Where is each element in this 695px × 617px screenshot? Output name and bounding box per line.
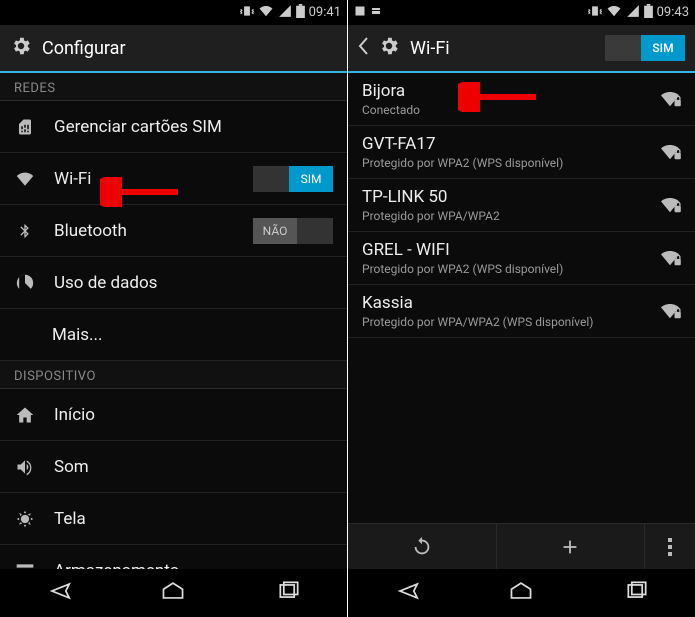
section-redes: REDES	[0, 73, 347, 101]
statusbar: 09:43	[348, 0, 695, 25]
storage-icon	[14, 561, 36, 570]
network-row[interactable]: Bijora Conectado	[348, 73, 695, 126]
clock-text: 09:43	[657, 5, 689, 20]
battery-icon	[644, 4, 653, 22]
clock-text: 09:41	[309, 5, 341, 20]
nav-back[interactable]	[373, 574, 439, 612]
network-status: Protegido por WPA2 (WPS disponível)	[362, 262, 641, 276]
wifi-status-icon	[606, 4, 622, 22]
nav-home[interactable]	[140, 574, 206, 612]
row-label: Uso de dados	[54, 273, 333, 293]
row-data-usage[interactable]: Uso de dados	[0, 257, 347, 309]
overflow-menu-button[interactable]	[645, 524, 695, 569]
wifi-bottom-actions	[348, 523, 695, 569]
nav-up-icon[interactable]	[358, 37, 368, 59]
bluetooth-toggle[interactable]: NÃO	[253, 218, 333, 244]
signal-secure-icon	[659, 302, 681, 320]
wifi-master-toggle[interactable]: SIM	[605, 35, 685, 61]
statusbar: 09:41	[0, 0, 347, 25]
home-icon	[14, 405, 36, 425]
notif-icon	[370, 5, 382, 21]
navbar	[348, 569, 695, 617]
page-title: Wi-Fi	[410, 38, 595, 59]
network-status: Protegido por WPA/WPA2	[362, 209, 641, 223]
row-sound[interactable]: Som	[0, 441, 347, 493]
sim-icon	[14, 116, 36, 138]
network-ssid: GREL - WIFI	[362, 240, 641, 260]
wifi-icon	[14, 170, 36, 188]
network-status: Protegido por WPA2 (WPS disponível)	[362, 156, 641, 170]
signal-secure-icon	[659, 143, 681, 161]
row-label: Tela	[54, 509, 333, 529]
signal-secure-icon	[659, 249, 681, 267]
phone-settings: 09:41 Configurar REDES Gerenciar cartões…	[0, 0, 347, 617]
row-home[interactable]: Início	[0, 389, 347, 441]
row-label: Mais...	[52, 325, 333, 345]
network-ssid: GVT-FA17	[362, 134, 641, 154]
row-wifi[interactable]: Wi-Fi SIM	[0, 153, 347, 205]
nav-recents[interactable]	[604, 574, 670, 612]
network-row[interactable]: TP-LINK 50 Protegido por WPA/WPA2	[348, 179, 695, 232]
wifi-toggle[interactable]: SIM	[253, 166, 333, 192]
data-usage-icon	[14, 273, 36, 293]
notif-icon	[354, 5, 366, 21]
toggle-off-label: NÃO	[253, 218, 297, 244]
network-status: Conectado	[362, 103, 641, 117]
nav-home[interactable]	[488, 574, 554, 612]
nav-recents[interactable]	[256, 574, 322, 612]
navbar	[0, 569, 347, 617]
network-ssid: Bijora	[362, 81, 641, 101]
network-ssid: TP-LINK 50	[362, 187, 641, 207]
section-dispositivo: DISPOSITIVO	[0, 361, 347, 389]
network-row[interactable]: GVT-FA17 Protegido por WPA2 (WPS disponí…	[348, 126, 695, 179]
row-label: Gerenciar cartões SIM	[54, 117, 333, 137]
signal-secure-icon	[659, 196, 681, 214]
settings-list: REDES Gerenciar cartões SIM Wi-Fi SIM Bl…	[0, 73, 347, 569]
row-storage[interactable]: Armazenamento	[0, 545, 347, 569]
row-bluetooth[interactable]: Bluetooth NÃO	[0, 205, 347, 257]
battery-icon	[296, 4, 305, 22]
signal-secure-icon	[659, 90, 681, 108]
refresh-button[interactable]	[348, 524, 497, 569]
phone-wifi: 09:43 Wi-Fi SIM Bijora Conectado GVT-FA1…	[348, 0, 695, 617]
cell-signal-icon	[626, 4, 640, 22]
row-label: Armazenamento	[54, 561, 333, 570]
page-title: Configurar	[42, 38, 337, 59]
row-display[interactable]: Tela	[0, 493, 347, 545]
row-label: Wi-Fi	[54, 169, 235, 189]
sound-icon	[14, 457, 36, 477]
vibrate-icon	[240, 4, 254, 22]
actionbar: Configurar	[0, 25, 347, 73]
nav-back[interactable]	[25, 574, 91, 612]
wifi-status-icon	[258, 4, 274, 22]
bluetooth-icon	[14, 221, 36, 241]
network-row[interactable]: Kassia Protegido por WPA/WPA2 (WPS dispo…	[348, 285, 695, 338]
row-sim-cards[interactable]: Gerenciar cartões SIM	[0, 101, 347, 153]
add-network-button[interactable]	[497, 524, 646, 569]
network-status: Protegido por WPA/WPA2 (WPS disponível)	[362, 315, 641, 329]
settings-gear-icon	[10, 35, 32, 61]
row-label: Bluetooth	[54, 221, 235, 241]
row-label: Início	[54, 405, 333, 425]
settings-gear-icon	[378, 35, 400, 61]
row-label: Som	[54, 457, 333, 477]
network-row[interactable]: GREL - WIFI Protegido por WPA2 (WPS disp…	[348, 232, 695, 285]
actionbar: Wi-Fi SIM	[348, 25, 695, 73]
network-ssid: Kassia	[362, 293, 641, 313]
toggle-on-label: SIM	[641, 35, 685, 61]
wifi-network-list: Bijora Conectado GVT-FA17 Protegido por …	[348, 73, 695, 523]
cell-signal-icon	[278, 4, 292, 22]
toggle-on-label: SIM	[289, 166, 333, 192]
row-more[interactable]: Mais...	[0, 309, 347, 361]
display-icon	[14, 509, 36, 529]
vibrate-icon	[588, 4, 602, 22]
